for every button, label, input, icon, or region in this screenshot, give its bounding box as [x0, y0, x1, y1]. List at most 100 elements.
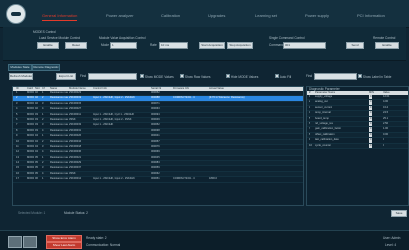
table-cell: 000059	[151, 166, 160, 170]
table-cell: 2SK00011	[69, 112, 81, 116]
stop-acquisition-button[interactable]: Stop Acquisition	[227, 42, 253, 49]
tab-power-analyzer[interactable]: Power analyzer	[106, 12, 134, 20]
table-cell: 0	[369, 95, 373, 100]
table-cell: 1	[42, 155, 44, 159]
rate-select[interactable]: 10 ms	[159, 42, 188, 49]
hide-mode-values-option[interactable]: Hide MODE Values	[226, 74, 258, 79]
tab-pci-information[interactable]: PCI Information	[357, 12, 385, 20]
table-cell: 1	[42, 177, 44, 181]
table-cell: 12	[16, 150, 19, 154]
table-cell: MOD00	[27, 91, 34, 94]
table-cell: 2SK00012	[69, 177, 82, 181]
table-cell: 3SSK	[69, 171, 76, 175]
table-cell: 11	[16, 144, 19, 148]
table-cell: 1800.0	[209, 177, 217, 181]
table-cell: Resistance meas	[50, 166, 68, 170]
table-cell: MOD05	[27, 117, 34, 121]
mode-select[interactable]: 1	[110, 42, 137, 49]
communication-text: Communication: Normal	[86, 243, 121, 247]
table-cell: 1	[42, 112, 44, 116]
table-cell: 2SK00015	[69, 101, 82, 105]
table-cell: 2SK00044	[69, 139, 82, 143]
table-cell: offset_calibration	[315, 132, 335, 136]
table-cell: 3	[309, 105, 311, 109]
show-mode-values-option[interactable]: Show MODE Values	[140, 74, 174, 79]
remote-enable-button[interactable]: Enable	[375, 42, 399, 49]
tab-calibration[interactable]: Calibration	[161, 12, 180, 20]
table-cell: 2SK00029	[69, 161, 82, 165]
refresh-modules-button[interactable]: Refresh Modules	[9, 73, 33, 80]
tab-upgrades[interactable]: Upgrades	[208, 12, 225, 20]
table-cell: 02	[35, 91, 38, 94]
table-cell: 4	[42, 107, 44, 111]
table-row[interactable]: 10 cycle_counter 0 0	[307, 143, 408, 149]
table-cell: 16	[16, 171, 19, 175]
table-cell: 15	[16, 166, 19, 170]
table-cell: 2	[42, 139, 44, 143]
table-cell: 3	[42, 101, 44, 105]
export-list-button[interactable]: Export List	[56, 73, 76, 80]
send-command-button[interactable]: Send	[346, 42, 364, 49]
load-enable-button[interactable]: Enable	[37, 42, 59, 49]
table-cell: 000062	[151, 171, 160, 175]
table-cell: Resistance meas	[50, 139, 68, 143]
tab-learning-set[interactable]: Learning set	[255, 12, 277, 20]
table-cell: 3	[42, 123, 44, 127]
table-cell: analog_out	[315, 100, 328, 104]
table-cell: 5	[309, 116, 311, 120]
table-cell: 02	[35, 107, 38, 111]
find-input-2[interactable]	[314, 73, 357, 80]
save-button[interactable]: Save	[391, 210, 407, 217]
start-acquisition-button[interactable]: Start Acquisition	[199, 42, 225, 49]
last-alarm-button[interactable]: Show Last Alarm	[46, 242, 82, 249]
checkbox-icon[interactable]	[140, 74, 144, 78]
tab-power-supply[interactable]: Power supply	[305, 12, 329, 20]
table-cell: sensor_current	[315, 105, 333, 109]
table-cell: 3	[42, 144, 44, 148]
table-cell: temp_internal	[315, 111, 331, 115]
find-input[interactable]	[88, 73, 137, 80]
table-cell: 10	[16, 139, 19, 143]
load-service-title: Load Service Module Control	[39, 36, 81, 40]
load-reset-button[interactable]: Reset	[65, 42, 87, 49]
tab-general-information[interactable]: General Information	[42, 12, 78, 21]
table-cell: 4	[16, 107, 18, 111]
checkbox-icon[interactable]	[275, 74, 279, 78]
checkbox-icon[interactable]	[358, 74, 362, 78]
table-cell: Resistance meas	[50, 161, 68, 165]
show-raw-values-option[interactable]: Show Raw Values	[180, 74, 211, 79]
table-cell: 0	[369, 100, 373, 105]
table-cell: 5	[16, 112, 18, 116]
auto-fill-option[interactable]: Auto Fill	[275, 74, 291, 79]
table-cell: 0	[369, 143, 373, 148]
table-cell: MOD13	[27, 161, 34, 165]
table-cell: 000041	[151, 134, 160, 138]
table-cell: 0	[369, 105, 373, 111]
table-cell: 0	[383, 138, 385, 142]
error-alarm-button[interactable]: Show Error Alarm	[46, 235, 82, 242]
table-cell: 000052	[151, 91, 160, 94]
table-row[interactable]: 17 MOD1606 1 Resistance meas2SK00012 Input 1…	[13, 177, 303, 183]
command-input[interactable]: 001	[283, 42, 326, 49]
show-label-option[interactable]: Show Label in Table	[358, 74, 391, 79]
table-cell: ref_voltage_res	[315, 121, 333, 125]
table-cell: 2	[42, 117, 44, 121]
find-label: Find	[80, 74, 87, 78]
table-cell: 12.01	[383, 95, 390, 98]
table-cell: Resistance meas	[50, 123, 68, 127]
option-label: Show MODE Values	[144, 75, 174, 79]
table-cell: MOD01	[27, 96, 34, 100]
subtab-modules-state[interactable]: Modules State	[8, 64, 32, 71]
table-cell: 000051	[151, 177, 160, 181]
table-cell: 1	[42, 91, 44, 94]
subtab-remote-diagnostic[interactable]: Remote Diagnostic	[32, 64, 60, 71]
acquisition-title: Module Value Acquisition Control	[99, 36, 146, 40]
table-cell: Input 1 - 2SK4HK, Input 2 - 3SSK	[93, 117, 132, 121]
table-cell: 6	[16, 117, 18, 121]
checkbox-icon[interactable]	[226, 74, 230, 78]
checkbox-icon[interactable]	[180, 74, 184, 78]
table-cell: 2SK00033	[69, 123, 82, 127]
level-text: Level: 4	[385, 243, 397, 247]
table-cell: 000049	[151, 117, 160, 121]
table-cell: 14	[16, 161, 19, 165]
